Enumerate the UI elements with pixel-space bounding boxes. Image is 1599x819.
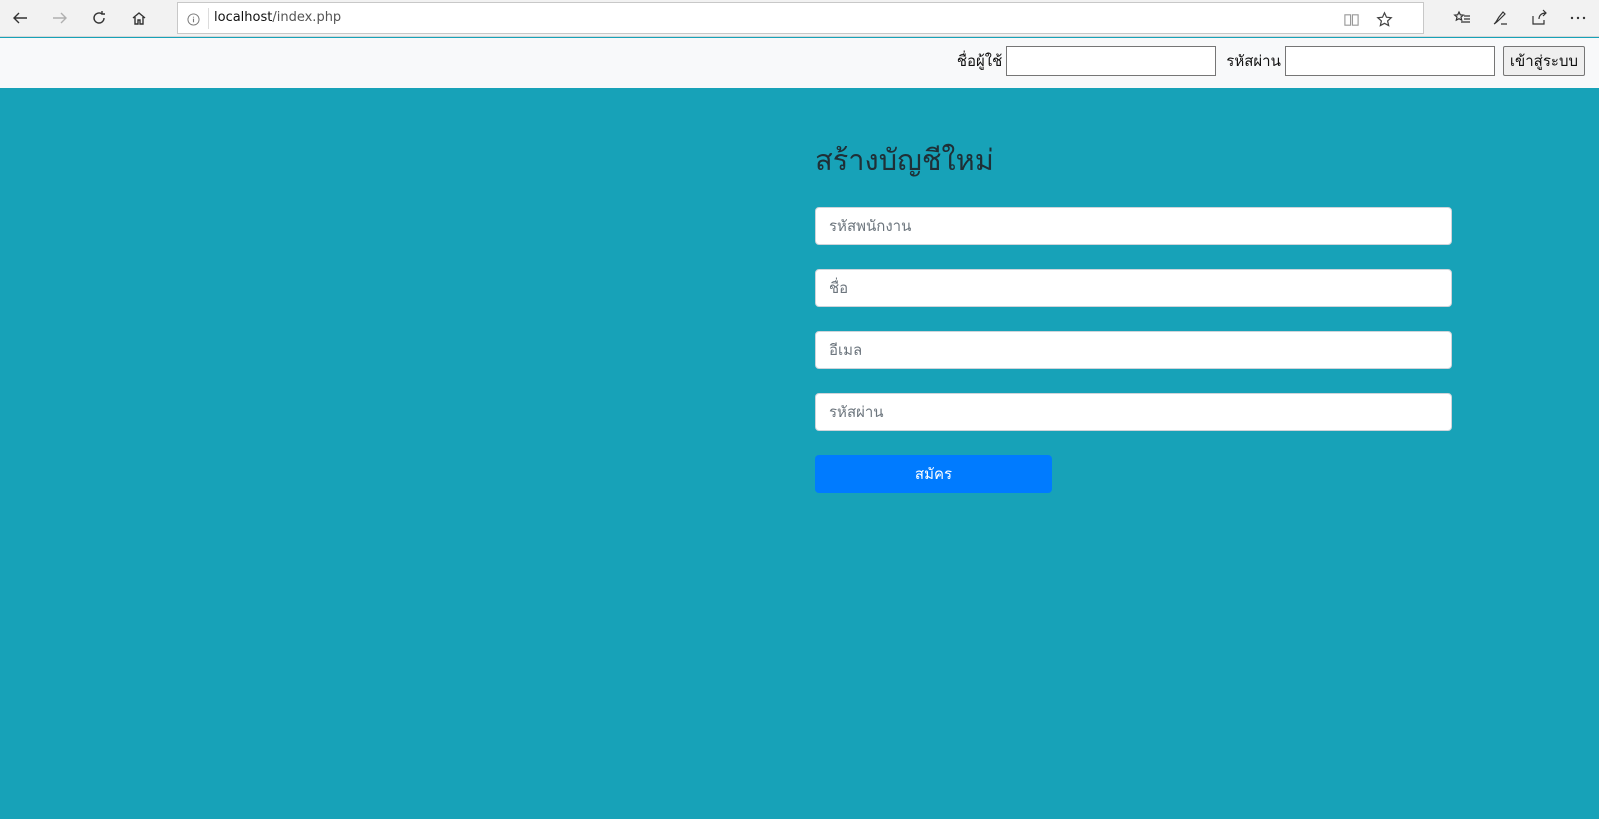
browser-toolbar: localhost/index.php	[0, 0, 1599, 37]
url-host: localhost	[214, 10, 273, 25]
more-icon[interactable]	[1563, 4, 1593, 32]
name-input[interactable]	[815, 269, 1452, 307]
top-navbar: ชื่อผู้ใช้ รหัสผ่าน เข้าสู่ระบบ	[0, 38, 1599, 88]
url-path: /index.php	[272, 10, 342, 25]
employee-id-input[interactable]	[815, 207, 1452, 245]
share-icon[interactable]	[1524, 4, 1554, 32]
username-label: ชื่อผู้ใช้	[956, 52, 1003, 70]
register-submit-button[interactable]: สมัคร	[815, 455, 1052, 493]
login-form: ชื่อผู้ใช้ รหัสผ่าน เข้าสู่ระบบ	[957, 45, 1585, 77]
register-form: สร้างบัญชีใหม่ สมัคร	[815, 140, 1452, 493]
password-input[interactable]	[1284, 46, 1495, 76]
back-arrow-icon[interactable]	[5, 4, 35, 32]
password-label: รหัสผ่าน	[1226, 52, 1281, 70]
forward-arrow-icon[interactable]	[45, 4, 75, 32]
favorites-list-icon[interactable]	[1447, 4, 1477, 32]
email-input[interactable]	[815, 331, 1452, 369]
username-input[interactable]	[1006, 46, 1217, 76]
refresh-icon[interactable]	[84, 4, 114, 32]
home-icon[interactable]	[124, 4, 154, 32]
address-separator	[208, 8, 209, 29]
info-icon[interactable]	[185, 11, 201, 27]
url-text[interactable]: localhost/index.php	[214, 3, 341, 33]
address-bar[interactable]: localhost/index.php	[177, 2, 1424, 34]
login-button[interactable]: เข้าสู่ระบบ	[1502, 46, 1585, 76]
page-title: สร้างบัญชีใหม่	[815, 143, 994, 177]
favorite-star-icon[interactable]	[1373, 8, 1395, 30]
register-password-input[interactable]	[815, 393, 1452, 431]
reading-view-icon[interactable]	[1340, 8, 1362, 30]
pen-icon[interactable]	[1485, 4, 1515, 32]
